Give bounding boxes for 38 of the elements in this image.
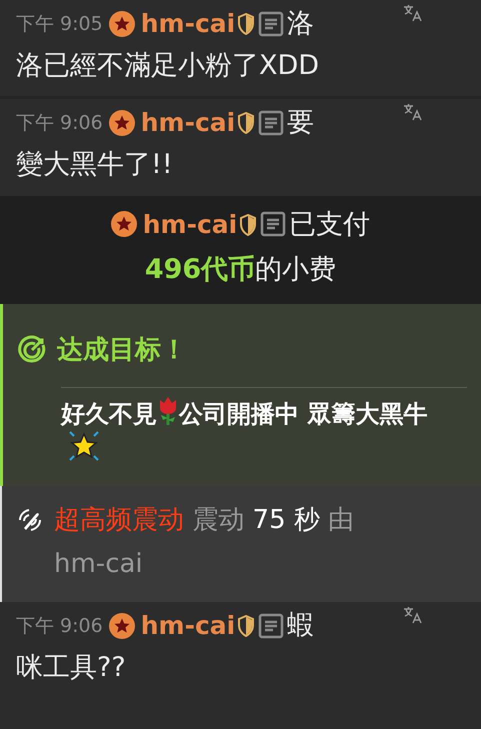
tip-suffix: 的小费: [255, 254, 336, 286]
goal-text: 好久不見: [61, 400, 157, 428]
message-text: 洛: [287, 7, 314, 41]
message-text: 變大黑牛了!!: [16, 148, 174, 182]
message-text: 蝦: [287, 609, 314, 644]
message-time: 下午 9:06: [16, 614, 103, 640]
message-text: 要: [287, 106, 314, 140]
target-icon: [17, 334, 47, 365]
tip-amount: 496代币: [144, 254, 256, 286]
translate-icon[interactable]: [403, 4, 423, 22]
shield-icon: [237, 615, 256, 638]
document-icon: [260, 211, 286, 238]
glowing-star-icon: [67, 429, 101, 464]
message-time: 下午 9:06: [16, 111, 103, 136]
goal-title: 达成目标！: [57, 334, 187, 368]
star-badge-icon: [110, 211, 137, 238]
translate-icon[interactable]: [403, 103, 423, 121]
message-time: 下午 9:05: [16, 12, 103, 37]
star-badge-icon: [108, 613, 135, 640]
username[interactable]: hm-cai: [140, 103, 236, 143]
document-icon: [258, 110, 284, 136]
document-icon: [258, 11, 284, 37]
translate-icon[interactable]: [403, 606, 423, 624]
shield-icon: [239, 214, 258, 236]
tip-action: 已支付: [289, 209, 370, 240]
star-badge-icon: [108, 11, 135, 37]
goal-text: 公司開播中 眾籌大黑牛: [179, 400, 428, 428]
document-icon: [258, 613, 284, 640]
vibration-text: 超高频震动 震动 75 秒 由 hm-cai: [54, 504, 356, 582]
shield-icon: [237, 112, 256, 134]
star-badge-icon: [108, 110, 135, 136]
rose-icon: [157, 396, 179, 426]
username[interactable]: hm-cai: [142, 210, 238, 240]
username[interactable]: hm-cai: [140, 4, 236, 44]
shield-icon: [237, 13, 256, 35]
message-text: 洛已經不滿足小粉了XDD: [16, 49, 320, 83]
message-text: 咪工具??: [16, 651, 127, 686]
username[interactable]: hm-cai: [140, 606, 236, 646]
